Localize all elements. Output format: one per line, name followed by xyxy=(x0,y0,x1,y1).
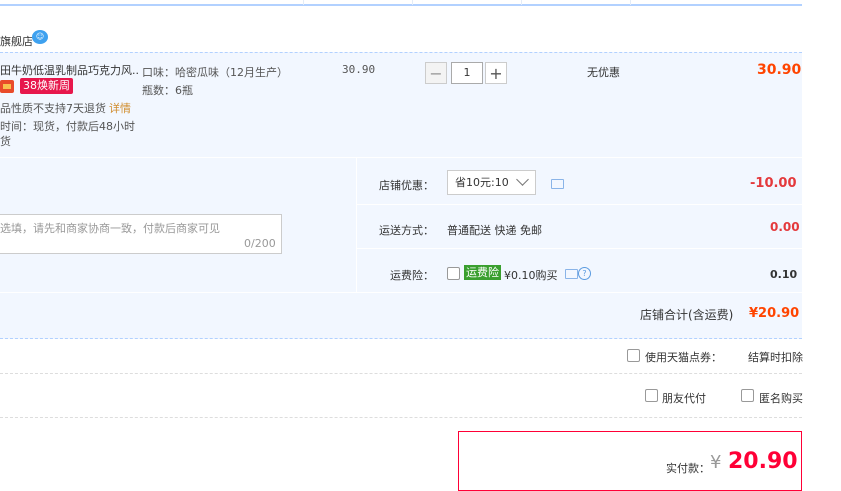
item-title[interactable]: 田牛奶低温乳制品巧克力风... xyxy=(0,62,140,78)
shipping-fee: 0.00 xyxy=(770,220,800,234)
header-bar xyxy=(0,0,802,6)
row-divider xyxy=(0,292,802,293)
row-divider xyxy=(357,248,802,249)
header-divider xyxy=(303,0,304,5)
comment-icon[interactable] xyxy=(551,179,564,189)
return-notice-text: 品性质不支持7天退货 xyxy=(0,102,106,115)
quantity-input[interactable]: 1 xyxy=(451,62,483,84)
return-notice: 品性质不支持7天退货 详情 xyxy=(0,100,131,116)
payment-value: 20.90 xyxy=(728,449,798,474)
return-notice-link[interactable]: 详情 xyxy=(109,102,131,115)
seller-memo-count: 0/200 xyxy=(244,237,276,250)
points-checkbox[interactable] xyxy=(627,349,640,362)
friend-pay-label: 朋友代付 xyxy=(662,392,706,405)
panel-divider xyxy=(356,158,357,292)
insurance-price: ¥0.10购买 xyxy=(504,269,558,282)
insurance-badge: 运费险 xyxy=(464,265,501,280)
coupon-amount: -10.00 xyxy=(750,176,797,191)
payment-label: 实付款： xyxy=(666,462,710,475)
header-divider xyxy=(630,0,631,5)
sku-flavor: 口味：哈密瓜味（12月生产） xyxy=(142,66,288,79)
item-discount: 无优惠 xyxy=(587,66,620,79)
header-divider xyxy=(521,0,522,5)
insurance-amount: 0.10 xyxy=(770,268,798,281)
shipping-method: 普通配送 快递 免邮 xyxy=(447,224,542,237)
shop-total-label: 店铺合计(含运费) xyxy=(640,308,734,322)
chat-seller-icon[interactable]: ☺ xyxy=(32,30,48,44)
quantity-increase-button[interactable]: + xyxy=(485,62,507,84)
comment-icon[interactable] xyxy=(565,269,578,279)
ship-time-line1: 时间：现货，付款后48小时 xyxy=(0,120,135,133)
tmall-tag-icon xyxy=(0,80,14,93)
coupon-label: 店铺优惠： xyxy=(379,179,434,192)
header-divider xyxy=(412,0,413,5)
friend-pay-checkbox[interactable] xyxy=(645,389,658,402)
anonymous-label: 匿名购买 xyxy=(759,392,803,405)
points-note: 结算时扣除 xyxy=(748,351,803,364)
promo-badge: 38焕新周 xyxy=(20,78,73,94)
ship-time-line2: 货 xyxy=(0,135,11,148)
points-label: 使用天猫点券： xyxy=(645,351,722,364)
sku-count: 瓶数：6瓶 xyxy=(142,84,193,97)
shop-total-value: ¥20.90 xyxy=(749,306,800,321)
options-divider xyxy=(0,416,802,418)
anonymous-checkbox[interactable] xyxy=(741,389,754,402)
insurance-label: 运费险： xyxy=(390,269,434,282)
unit-price: 30.90 xyxy=(342,63,376,76)
quantity-decrease-button[interactable]: − xyxy=(425,62,447,84)
payment-currency: ¥ xyxy=(710,452,722,473)
row-divider xyxy=(357,204,802,205)
seller-memo-placeholder: 选填，请先和商家协商一致，付款后商家可见 xyxy=(0,222,220,235)
shipping-label: 运送方式： xyxy=(379,224,434,237)
insurance-checkbox[interactable] xyxy=(447,267,460,280)
shop-name[interactable]: 旗舰店 xyxy=(0,33,33,49)
help-icon[interactable]: ? xyxy=(578,267,591,280)
item-subtotal: 30.90 xyxy=(757,62,802,78)
